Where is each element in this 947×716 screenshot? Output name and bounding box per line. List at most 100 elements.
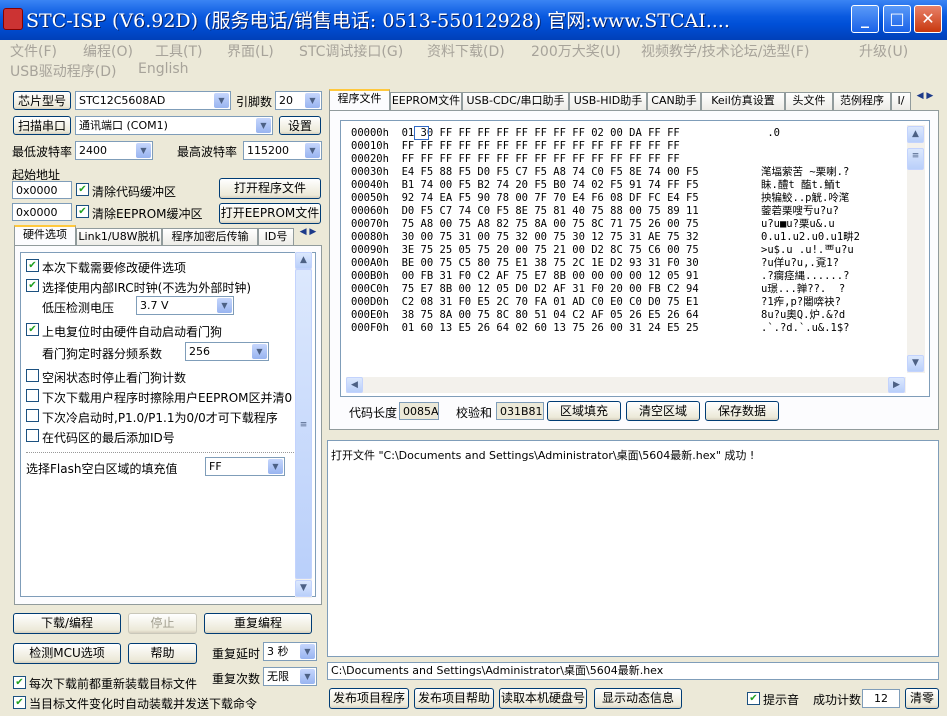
download-program-button[interactable]: 下载/编程: [13, 613, 121, 634]
publish-program-button[interactable]: 发布项目程序: [329, 688, 409, 709]
option-checkbox[interactable]: ✔: [26, 259, 39, 272]
help-button[interactable]: 帮助: [128, 643, 197, 664]
min-baud-select[interactable]: 2400 ▼: [75, 141, 153, 160]
option-checkbox[interactable]: [26, 369, 39, 382]
scroll-down-icon[interactable]: ▼: [907, 355, 924, 372]
hex-row[interactable]: 00040h B1 74 00 F5 B2 74 20 F5 B0 74 02 …: [351, 179, 699, 192]
tab-program-file[interactable]: 程序文件: [329, 89, 390, 110]
low-voltage-select[interactable]: 3.7 V ▼: [136, 296, 234, 315]
hex-row[interactable]: 000F0h 01 60 13 E5 26 64 02 60 13 75 26 …: [351, 322, 699, 335]
auto-reload-checkbox[interactable]: ✔: [13, 676, 26, 689]
hex-row[interactable]: 000D0h C2 08 31 F0 E5 2C 70 FA 01 AD C0 …: [351, 296, 699, 309]
code-address-field[interactable]: 0x0000: [12, 181, 72, 199]
option-checkbox[interactable]: [26, 409, 39, 422]
scroll-right-icon[interactable]: ▶: [888, 377, 905, 393]
tab-can[interactable]: CAN助手: [647, 92, 701, 110]
tab-header-files[interactable]: 头文件: [785, 92, 833, 110]
tab-scroll-arrows[interactable]: ◀ ▶: [294, 227, 322, 243]
max-baud-select[interactable]: 115200 ▼: [243, 141, 322, 160]
scan-port-button[interactable]: 扫描串口: [13, 116, 71, 135]
option-checkbox[interactable]: [26, 389, 39, 402]
scroll-up-icon[interactable]: ▲: [907, 126, 924, 143]
read-disk-id-button[interactable]: 读取本机硬盘号: [499, 688, 587, 709]
hex-row[interactable]: 00050h 92 74 EA F5 90 78 00 7F 70 E4 F6 …: [351, 192, 699, 205]
option-checkbox[interactable]: ✔: [26, 323, 39, 336]
tab-io[interactable]: I/: [891, 92, 911, 110]
tab-hardware-options[interactable]: 硬件选项: [14, 225, 76, 246]
clear-count-button[interactable]: 清零: [905, 688, 939, 709]
close-button[interactable]: ✕: [914, 5, 942, 33]
tab-usb-cdc[interactable]: USB-CDC/串口助手: [462, 92, 569, 110]
menu-file[interactable]: 文件(F): [10, 41, 57, 61]
show-dynamic-info-button[interactable]: 显示动态信息: [594, 688, 682, 709]
hex-row[interactable]: 00070h 75 A8 00 75 A8 82 75 8A 00 75 8C …: [351, 218, 699, 231]
scroll-thumb[interactable]: ≡: [907, 148, 924, 170]
hex-row[interactable]: 00090h 3E 75 25 05 75 20 00 75 21 00 D2 …: [351, 244, 699, 257]
menu-program[interactable]: 编程(O): [83, 41, 133, 61]
chevron-down-icon: ▼: [252, 344, 267, 359]
hex-ascii: .?瘸痉縄......?: [761, 270, 850, 282]
hex-row[interactable]: 00030h E4 F5 88 F5 D0 F5 C7 F5 A8 74 C0 …: [351, 166, 699, 179]
tab-usb-hid[interactable]: USB-HID助手: [569, 92, 647, 110]
watchdog-prescaler-select[interactable]: 256 ▼: [185, 342, 269, 361]
option-label: 在代码区的最后添加ID号: [42, 431, 175, 445]
menu-tools[interactable]: 工具(T): [155, 41, 202, 61]
fill-value-select[interactable]: FF ▼: [205, 457, 285, 476]
settings-button[interactable]: 设置: [279, 116, 321, 135]
tab-link1-offline[interactable]: Link1/U8W脱机: [76, 228, 162, 246]
menu-prize[interactable]: 200万大奖(U): [531, 41, 621, 61]
beep-checkbox[interactable]: ✔: [747, 692, 760, 705]
hex-editor[interactable]: 00000h 01 30 FF FF FF FF FF FF FF FF 02 …: [340, 120, 930, 397]
hex-row[interactable]: 000A0h BE 00 75 C5 80 75 E1 38 75 2C 1E …: [351, 257, 699, 270]
hex-row[interactable]: 00010h FF FF FF FF FF FF FF FF FF FF FF …: [351, 140, 680, 153]
menu-upgrade[interactable]: 升级(U): [859, 41, 908, 61]
tab-scroll-arrows[interactable]: ◀ ▶: [911, 91, 939, 107]
tab-id-number[interactable]: ID号: [258, 228, 294, 246]
menu-interface[interactable]: 界面(L): [227, 41, 274, 61]
open-eeprom-file-button[interactable]: 打开EEPROM文件: [219, 203, 321, 224]
chip-model-button[interactable]: 芯片型号: [13, 91, 71, 110]
clear-code-checkbox[interactable]: ✔: [76, 183, 89, 196]
hex-hscrollbar[interactable]: [346, 377, 906, 393]
hex-row[interactable]: 000C0h 75 E7 8B 00 12 05 D0 D2 AF 31 F0 …: [351, 283, 699, 296]
hex-row[interactable]: 000E0h 38 75 8A 00 75 8C 80 51 04 C2 AF …: [351, 309, 699, 322]
save-data-button[interactable]: 保存数据: [705, 401, 779, 421]
repeat-delay-select[interactable]: 3 秒 ▼: [263, 642, 317, 661]
clear-region-button[interactable]: 清空区域: [626, 401, 700, 421]
repeat-count-select[interactable]: 无限 ▼: [263, 667, 317, 686]
open-program-file-button[interactable]: 打开程序文件: [219, 178, 321, 199]
publish-help-button[interactable]: 发布项目帮助: [414, 688, 494, 709]
port-select[interactable]: 通讯端口 (COM1) ▼: [75, 116, 273, 135]
tab-examples[interactable]: 范例程序: [833, 92, 891, 110]
menu-downloads[interactable]: 资料下载(D): [427, 41, 505, 61]
eeprom-address-field[interactable]: 0x0000: [12, 203, 72, 221]
fill-region-button[interactable]: 区域填充: [547, 401, 621, 421]
menu-english[interactable]: English: [138, 61, 189, 77]
tab-keil-emulation[interactable]: Keil仿真设置: [701, 92, 785, 110]
menu-usb-driver[interactable]: USB驱动程序(D): [10, 61, 116, 81]
auto-send-checkbox[interactable]: ✔: [13, 696, 26, 709]
hex-row[interactable]: 00060h D0 F5 C7 74 C0 F5 8E 75 81 40 75 …: [351, 205, 699, 218]
maximize-button[interactable]: □: [883, 5, 911, 33]
menu-tutorial[interactable]: 视频教学/技术论坛/选型(F): [641, 41, 809, 61]
option-checkbox[interactable]: [26, 429, 39, 442]
tab-encrypted-transfer[interactable]: 程序加密后传输: [162, 228, 258, 246]
output-log[interactable]: 打开文件 "C:\Documents and Settings\Administ…: [327, 440, 939, 657]
option-checkbox[interactable]: ✔: [26, 279, 39, 292]
pin-count-select[interactable]: 20 ▼: [275, 91, 322, 110]
check-mcu-button[interactable]: 检测MCU选项: [13, 643, 121, 664]
hex-row[interactable]: 00080h 30 00 75 31 00 75 32 00 75 30 12 …: [351, 231, 699, 244]
minimize-button[interactable]: _: [851, 5, 879, 33]
scroll-down-icon[interactable]: ▼: [295, 580, 312, 597]
clear-eeprom-checkbox[interactable]: ✔: [76, 205, 89, 218]
hex-row[interactable]: 000B0h 00 FB 31 F0 C2 AF 75 E7 8B 00 00 …: [351, 270, 699, 283]
tab-eeprom-file[interactable]: EEPROM文件: [390, 92, 462, 110]
hex-row[interactable]: 00020h FF FF FF FF FF FF FF FF FF FF FF …: [351, 153, 680, 166]
repeat-program-button[interactable]: 重复编程: [204, 613, 312, 634]
chip-model-select[interactable]: STC12C5608AD ▼: [75, 91, 231, 110]
scroll-left-icon[interactable]: ◀: [346, 377, 363, 393]
scroll-thumb[interactable]: ≡: [295, 269, 312, 579]
scroll-up-icon[interactable]: ▲: [295, 252, 312, 269]
menu-debug[interactable]: STC调试接口(G): [299, 41, 403, 61]
hex-row[interactable]: 00000h 01 30 FF FF FF FF FF FF FF FF 02 …: [351, 127, 680, 140]
